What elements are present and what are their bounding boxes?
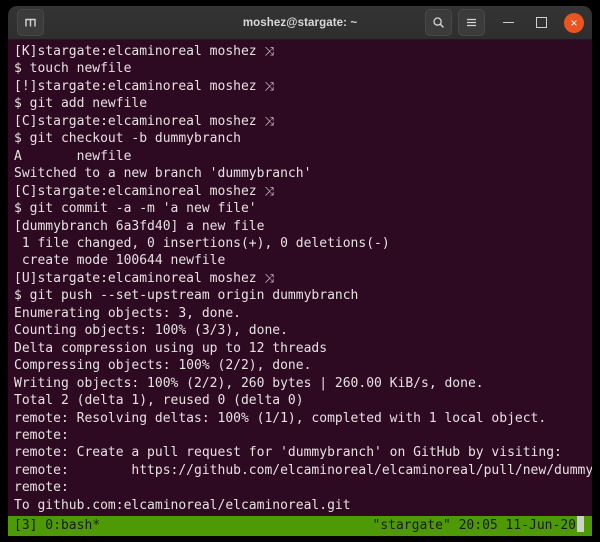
search-icon [432, 16, 445, 29]
terminal-window: moshez@stargate: ~ [8, 6, 592, 536]
window-titlebar[interactable]: moshez@stargate: ~ [8, 6, 592, 40]
maximize-icon [536, 17, 547, 28]
tmux-window-list[interactable]: [3] 0:bash* [14, 516, 100, 536]
terminal-line: remote: [14, 427, 592, 444]
terminal-line: A newfile [14, 148, 592, 165]
tmux-status-right: "stargate" 20:05 11-Jun-20 [373, 516, 587, 536]
minimize-icon [503, 22, 514, 24]
titlebar-controls: × [422, 9, 586, 36]
terminal-line: [C]stargate:elcaminoreal moshez ⤨ [14, 183, 592, 200]
tmux-status-bar: [3] 0:bash* "stargate" 20:05 11-Jun-20 [8, 516, 592, 536]
menu-button[interactable] [458, 9, 485, 36]
terminal-line: Total 2 (delta 1), reused 0 (delta 0) [14, 392, 592, 409]
terminal-line: [U]stargate:elcaminoreal moshez ⤨ [14, 270, 592, 287]
prompt-glyph-icon: ⤨ [264, 114, 274, 128]
terminal-line: [K]stargate:elcaminoreal moshez ⤨ [14, 43, 592, 60]
terminal-line: remote: [14, 479, 592, 496]
desktop-background: moshez@stargate: ~ [0, 0, 600, 542]
terminal-line: [dummybranch 6a3fd40] a new file [14, 218, 592, 235]
terminal-line: create mode 100644 newfile [14, 252, 592, 269]
terminal-line: $ git push --set-upstream origin dummybr… [14, 287, 592, 304]
terminal-line: remote: Resolving deltas: 100% (1/1), co… [14, 410, 592, 427]
terminal-line: To github.com:elcaminoreal/elcaminoreal.… [14, 497, 592, 514]
terminal-line: Switched to a new branch 'dummybranch' [14, 165, 592, 182]
terminal-line: 1 file changed, 0 insertions(+), 0 delet… [14, 235, 592, 252]
terminal-icon [24, 16, 37, 29]
prompt-glyph-icon: ⤨ [264, 184, 274, 198]
prompt-glyph-icon: ⤨ [264, 79, 274, 93]
terminal-line: [!]stargate:elcaminoreal moshez ⤨ [14, 78, 592, 95]
terminal-line: remote: Create a pull request for 'dummy… [14, 444, 592, 461]
terminal-line: Writing objects: 100% (2/2), 260 bytes |… [14, 375, 592, 392]
terminal-line: $ git add newfile [14, 95, 592, 112]
terminal-line: $ touch newfile [14, 60, 592, 77]
terminal-line: Counting objects: 100% (3/3), done. [14, 322, 592, 339]
terminal-line: Compressing objects: 100% (2/2), done. [14, 357, 592, 374]
terminal-icon-button[interactable] [17, 9, 44, 36]
minimize-button[interactable] [495, 10, 521, 36]
search-button[interactable] [425, 9, 452, 36]
tmux-host-time: "stargate" 20:05 11-Jun-20 [373, 518, 577, 533]
terminal-line: Enumerating objects: 3, done. [14, 305, 592, 322]
terminal-line-list: [K]stargate:elcaminoreal moshez ⤨$ touch… [14, 43, 592, 516]
prompt-glyph-icon: ⤨ [264, 44, 274, 58]
terminal-line: remote: https://github.com/elcaminoreal/… [14, 462, 592, 479]
terminal-line: $ git commit -a -m 'a new file' [14, 200, 592, 217]
close-button[interactable]: × [564, 13, 584, 33]
prompt-glyph-icon: ⤨ [264, 271, 274, 285]
terminal-line: [C]stargate:elcaminoreal moshez ⤨ [14, 113, 592, 130]
terminal-line: Delta compression using up to 12 threads [14, 340, 592, 357]
terminal-output[interactable]: [K]stargate:elcaminoreal moshez ⤨$ touch… [8, 40, 592, 516]
status-caret [577, 516, 584, 532]
hamburger-menu-icon [465, 16, 478, 29]
close-icon: × [570, 17, 577, 29]
terminal-line: $ git checkout -b dummybranch [14, 130, 592, 147]
maximize-button[interactable] [528, 10, 554, 36]
